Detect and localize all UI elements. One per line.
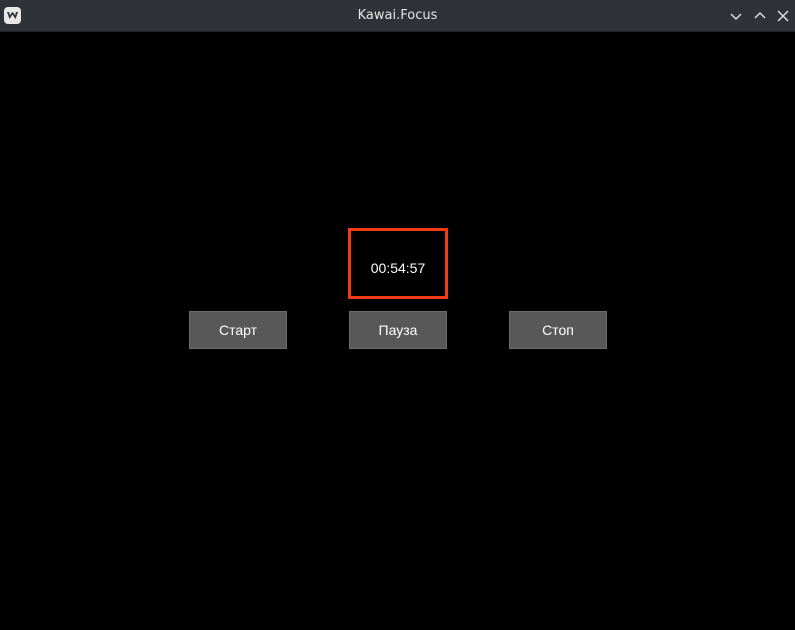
title-bar[interactable]: Kawai.Focus xyxy=(0,0,795,32)
pause-button[interactable]: Пауза xyxy=(349,311,447,349)
timer-value: 00:54:57 xyxy=(370,260,426,276)
minimize-button[interactable] xyxy=(728,8,744,24)
main-content: 00:54:57 Старт Пауза Стоп xyxy=(0,32,795,630)
maximize-button[interactable] xyxy=(752,8,768,24)
start-button[interactable]: Старт xyxy=(189,311,287,349)
window-title: Kawai.Focus xyxy=(357,8,438,23)
timer-display: 00:54:57 xyxy=(348,228,448,299)
app-window: Kawai.Focus 00:54:57 Старт Пауза Стоп xyxy=(0,0,795,630)
close-button[interactable] xyxy=(775,8,791,24)
chevron-up-icon xyxy=(754,11,766,19)
close-icon xyxy=(777,10,789,22)
stop-button[interactable]: Стоп xyxy=(509,311,607,349)
chevron-down-icon xyxy=(730,13,742,21)
